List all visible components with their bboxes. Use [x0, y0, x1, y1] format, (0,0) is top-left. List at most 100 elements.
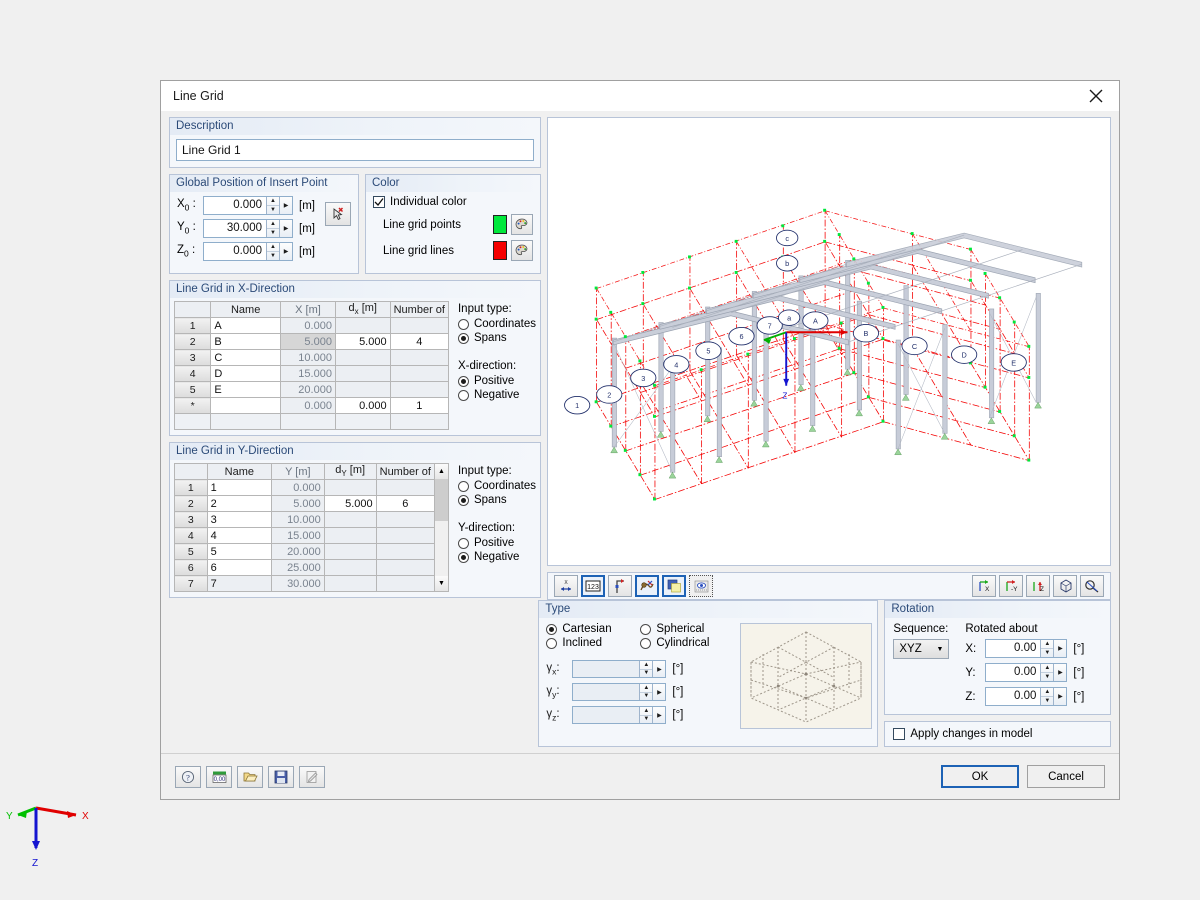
table-row[interactable]: 4D15.000 — [175, 366, 449, 382]
cell-name[interactable]: 2 — [207, 496, 271, 512]
rot-z-value[interactable]: 0.00 — [986, 688, 1040, 705]
cell-delta[interactable]: 5.000 — [335, 334, 390, 350]
ok-button[interactable]: OK — [941, 765, 1019, 788]
cell-number[interactable] — [376, 512, 434, 528]
edit-icon[interactable] — [299, 766, 325, 788]
grid-y-input-type-coordinates[interactable]: Coordinates — [458, 480, 536, 492]
gamma-y-value[interactable] — [573, 684, 639, 700]
cell-name[interactable]: B — [211, 334, 281, 350]
gamma-y-spinbox[interactable]: ▲▼ ▶ — [572, 683, 666, 701]
cell-name[interactable]: 3 — [207, 512, 271, 528]
gamma-x-value[interactable] — [573, 661, 639, 677]
cell-name[interactable]: 7 — [207, 576, 271, 592]
cell-name[interactable]: 4 — [207, 528, 271, 544]
table-row[interactable]: 225.0005.0006 — [175, 496, 435, 512]
cell-delta[interactable] — [335, 366, 390, 382]
cell-number[interactable] — [376, 576, 434, 592]
rot-z-more-button[interactable]: ▶ — [1053, 688, 1066, 705]
cell-name[interactable]: E — [211, 382, 281, 398]
isometric-view-icon[interactable] — [1053, 575, 1077, 597]
line-grid-lines-swatch[interactable] — [493, 241, 507, 260]
table-row[interactable]: 3C10.000 — [175, 350, 449, 366]
gamma-x-spin-buttons[interactable]: ▲▼ — [639, 661, 652, 677]
cell-delta[interactable] — [324, 576, 376, 592]
cell-number[interactable]: 1 — [390, 398, 448, 414]
type-cartesian[interactable]: Cartesian — [546, 623, 640, 635]
gamma-y-spin-buttons[interactable]: ▲▼ — [639, 684, 652, 700]
x0-value[interactable]: 0.000 — [204, 197, 266, 214]
rot-y-more-button[interactable]: ▶ — [1053, 664, 1066, 681]
table-row[interactable]: 4415.000 — [175, 528, 435, 544]
open-icon[interactable] — [237, 766, 263, 788]
cell-delta[interactable] — [335, 382, 390, 398]
cell-number[interactable] — [390, 366, 448, 382]
line-grid-y-scrollbar[interactable]: ▲ ▼ — [435, 463, 449, 592]
gamma-z-more-button[interactable]: ▶ — [652, 707, 665, 723]
gamma-z-spinbox[interactable]: ▲▼ ▶ — [572, 706, 666, 724]
help-icon[interactable]: ? — [175, 766, 201, 788]
visibility-icon[interactable] — [689, 575, 713, 597]
apply-changes-checkbox[interactable]: Apply changes in model — [893, 728, 1102, 740]
rot-x-spin-buttons[interactable]: ▲▼ — [1040, 640, 1053, 657]
cell-name[interactable]: 1 — [207, 480, 271, 496]
gamma-z-value[interactable] — [573, 707, 639, 723]
z0-value[interactable]: 0.000 — [204, 243, 266, 260]
grid-x-direction-negative[interactable]: Negative — [458, 389, 536, 401]
surfaces-icon[interactable] — [662, 575, 686, 597]
grid-x-input-type-coordinates[interactable]: Coordinates — [458, 318, 536, 330]
cell-name[interactable]: A — [211, 318, 281, 334]
gamma-y-more-button[interactable]: ▶ — [652, 684, 665, 700]
line-grid-points-swatch[interactable] — [493, 215, 507, 234]
color-palette-icon[interactable] — [511, 214, 533, 235]
table-row[interactable]: 5E20.000 — [175, 382, 449, 398]
cell-name[interactable]: 6 — [207, 560, 271, 576]
table-row[interactable]: 1A0.000 — [175, 318, 449, 334]
line-grid-x-table[interactable]: Name X [m] dx [m] Number of 1A0.000 2B5.… — [174, 301, 449, 430]
z0-spin-buttons[interactable]: ▲▼ — [266, 243, 279, 260]
scrollbar-thumb[interactable] — [435, 479, 448, 521]
cell-number[interactable] — [376, 480, 434, 496]
cell-number[interactable] — [376, 528, 434, 544]
z0-more-button[interactable]: ▶ — [279, 243, 292, 260]
gamma-x-spinbox[interactable]: ▲▼ ▶ — [572, 660, 666, 678]
cell-name[interactable]: D — [211, 366, 281, 382]
cell-number[interactable]: 6 — [376, 496, 434, 512]
model-viewport[interactable]: .gl { stroke:#f40000; stroke-width:0.8; … — [547, 117, 1111, 566]
view-in-y-icon[interactable]: -Y — [999, 575, 1023, 597]
cell-delta[interactable]: 5.000 — [324, 496, 376, 512]
view-in-z-icon[interactable]: Z — [1026, 575, 1050, 597]
scrollbar-track[interactable] — [435, 521, 448, 576]
cell-delta[interactable] — [324, 544, 376, 560]
cancel-button[interactable]: Cancel — [1027, 765, 1105, 788]
zoom-all-icon[interactable] — [1080, 575, 1104, 597]
gamma-z-spin-buttons[interactable]: ▲▼ — [639, 707, 652, 723]
line-grid-y-table[interactable]: Name Y [m] dY [m] Number of 110.000 225.… — [174, 463, 435, 592]
cell-delta[interactable]: 0.000 — [335, 398, 390, 414]
y0-spinbox[interactable]: 30.000 ▲▼ ▶ — [203, 219, 293, 238]
z0-spinbox[interactable]: 0.000 ▲▼ ▶ — [203, 242, 293, 261]
rot-x-spinbox[interactable]: 0.00 ▲▼ ▶ — [985, 639, 1067, 658]
numbering-icon[interactable]: 123 — [581, 575, 605, 597]
y0-spin-buttons[interactable]: ▲▼ — [266, 220, 279, 237]
table-row[interactable]: 6625.000 — [175, 560, 435, 576]
rot-z-spinbox[interactable]: 0.00 ▲▼ ▶ — [985, 687, 1067, 706]
type-spherical[interactable]: Spherical — [640, 623, 734, 635]
cell-delta[interactable] — [335, 350, 390, 366]
x0-spinbox[interactable]: 0.000 ▲▼ ▶ — [203, 196, 293, 215]
individual-color-checkbox[interactable]: Individual color — [373, 196, 533, 208]
table-row[interactable]: 5520.000 — [175, 544, 435, 560]
table-row[interactable]: 2B5.0005.0004 — [175, 334, 449, 350]
cell-delta[interactable] — [324, 512, 376, 528]
cell-delta[interactable] — [324, 528, 376, 544]
description-input[interactable] — [176, 139, 534, 161]
rot-x-value[interactable]: 0.00 — [986, 640, 1040, 657]
gamma-x-more-button[interactable]: ▶ — [652, 661, 665, 677]
cell-number[interactable] — [390, 350, 448, 366]
rot-y-spinbox[interactable]: 0.00 ▲▼ ▶ — [985, 663, 1067, 682]
table-row[interactable]: 110.000 — [175, 480, 435, 496]
rot-z-spin-buttons[interactable]: ▲▼ — [1040, 688, 1053, 705]
grid-x-direction-positive[interactable]: Positive — [458, 375, 536, 387]
grid-y-direction-negative[interactable]: Negative — [458, 551, 536, 563]
axes-icon[interactable] — [608, 575, 632, 597]
rendering-icon[interactable] — [635, 575, 659, 597]
